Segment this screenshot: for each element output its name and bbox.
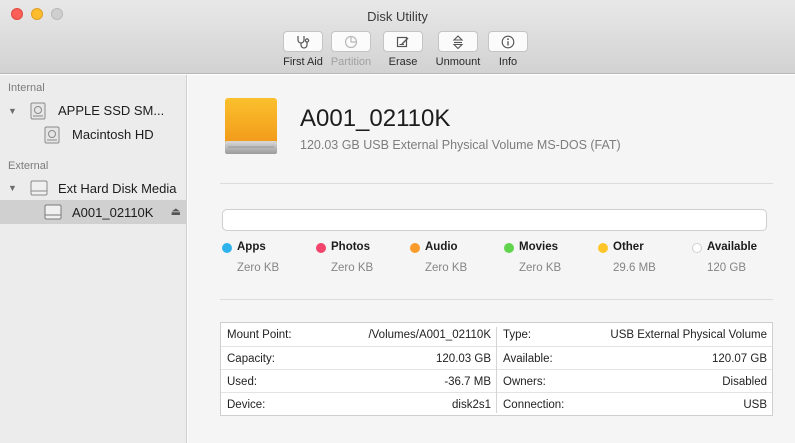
- unmount-button[interactable]: Unmount: [431, 31, 485, 68]
- disclosure-triangle-icon[interactable]: ▼: [8, 106, 17, 116]
- erase-label: Erase: [388, 56, 418, 68]
- legend-size: 29.6 MB: [613, 262, 656, 274]
- sidebar-item-ext-hard-disk-media[interactable]: ▼ Ext Hard Disk Media: [0, 176, 187, 200]
- volume-drive-icon: [225, 98, 277, 154]
- divider: [220, 183, 773, 184]
- erase-button[interactable]: Erase: [381, 31, 425, 68]
- volume-name: A001_02110K: [300, 105, 451, 132]
- legend-size: Zero KB: [237, 262, 280, 274]
- sidebar-item-label: Macintosh HD: [72, 127, 154, 142]
- first-aid-label: First Aid: [283, 56, 323, 68]
- sidebar: Internal ▼ APPLE SSD SM... Macintosh HD …: [0, 75, 187, 443]
- apps-color-dot: [222, 243, 232, 253]
- external-volume-icon: [44, 204, 62, 220]
- legend-name: Apps: [237, 241, 266, 253]
- legend-name: Photos: [331, 241, 370, 253]
- legend-name: Audio: [425, 241, 458, 253]
- legend-size: Zero KB: [425, 262, 468, 274]
- partition-label: Partition: [330, 56, 372, 68]
- info-label: Info: [498, 56, 518, 68]
- external-disk-icon: [30, 180, 48, 196]
- movies-color-dot: [504, 243, 514, 253]
- usage-bar: [222, 209, 767, 231]
- info-value: 120.07 GB: [712, 352, 767, 365]
- main-content: A001_02110K 120.03 GB USB External Physi…: [188, 75, 795, 443]
- sidebar-item-apple-ssd[interactable]: ▼ APPLE SSD SM...: [0, 99, 187, 123]
- unmount-icon: [452, 34, 464, 49]
- disclosure-triangle-icon[interactable]: ▼: [8, 183, 17, 193]
- info-button[interactable]: Info: [485, 31, 531, 68]
- sidebar-item-macintosh-hd[interactable]: Macintosh HD: [0, 123, 187, 147]
- volume-description: 120.03 GB USB External Physical Volume M…: [300, 138, 621, 152]
- info-value: Disabled: [722, 375, 767, 388]
- partition-button[interactable]: Partition: [327, 31, 375, 68]
- sidebar-item-label: APPLE SSD SM...: [58, 103, 165, 118]
- info-icon: [501, 35, 515, 48]
- info-value: USB: [743, 398, 767, 411]
- window-title: Disk Utility: [367, 9, 428, 24]
- legend-name: Available: [707, 241, 758, 253]
- external-section-label: External: [8, 160, 49, 172]
- legend-size: 120 GB: [707, 262, 746, 274]
- available-color-dot: [692, 243, 702, 253]
- stethoscope-icon: [297, 35, 310, 49]
- internal-disk-icon: [30, 102, 46, 120]
- sidebar-item-a001-02110k[interactable]: A001_02110K ⏏: [0, 200, 187, 224]
- first-aid-button[interactable]: First Aid: [279, 31, 327, 68]
- column-divider: [496, 327, 497, 413]
- eraser-icon: [396, 36, 409, 47]
- audio-color-dot: [410, 243, 420, 253]
- volume-info-table: Mount Point: /Volumes/A001_02110K Type: …: [220, 322, 773, 416]
- legend-size: Zero KB: [519, 262, 562, 274]
- legend-name: Movies: [519, 241, 558, 253]
- legend-name: Other: [613, 241, 644, 253]
- photos-color-dot: [316, 243, 326, 253]
- other-color-dot: [598, 243, 608, 253]
- internal-volume-icon: [44, 126, 60, 144]
- title-bar: Disk Utility First Aid Partition Erase U…: [0, 0, 795, 74]
- sidebar-item-label: A001_02110K: [72, 205, 154, 220]
- sidebar-item-label: Ext Hard Disk Media: [58, 181, 177, 196]
- legend-size: Zero KB: [331, 262, 374, 274]
- internal-section-label: Internal: [8, 82, 45, 94]
- eject-icon[interactable]: ⏏: [171, 205, 181, 218]
- pie-icon: [344, 35, 358, 48]
- divider: [220, 299, 773, 300]
- unmount-label: Unmount: [435, 56, 481, 68]
- info-value: USB External Physical Volume: [610, 328, 767, 341]
